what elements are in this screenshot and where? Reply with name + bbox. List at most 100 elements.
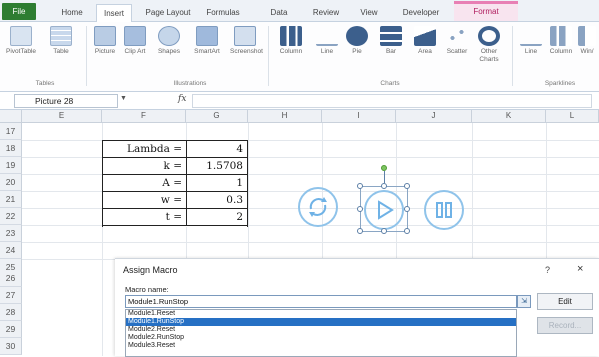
fx-icon[interactable]: fx [178,94,186,104]
pause-shape-button[interactable] [424,190,464,230]
sparkline-winloss-button[interactable]: Win/ [576,26,598,78]
column-chart-icon [280,26,302,46]
macro-list-item[interactable]: Module3.Reset [126,342,516,350]
column-header-e[interactable]: E [22,110,102,123]
resize-handle[interactable] [357,183,363,189]
macro-list-item[interactable]: Module2.RunStop [126,334,516,342]
edit-button[interactable]: Edit [537,293,593,310]
select-all-corner[interactable] [0,110,22,123]
ribbon: PivotTable Table Picture Clip Art Shapes… [0,22,599,92]
help-button[interactable]: ? [545,265,550,275]
bar-chart-button[interactable]: Bar [376,26,406,78]
group-label-sparklines: Sparklines [544,80,576,87]
column-chart-button[interactable]: Column [276,26,306,78]
pause-icon [436,202,452,218]
area-chart-button[interactable]: Area [410,26,440,78]
param-label-k[interactable]: k = [103,158,187,175]
row-header-24[interactable]: 24 [0,242,22,259]
resize-handle[interactable] [404,206,410,212]
column-header-g[interactable]: G [186,110,248,123]
other-charts-icon [478,26,500,46]
column-header-j[interactable]: J [396,110,472,123]
pie-chart-button[interactable]: Pie [342,26,372,78]
row-header-19[interactable]: 19 [0,157,22,174]
macro-list-item-selected[interactable]: Module1.RunStop [126,318,516,326]
sparkline-line-button[interactable]: Line [516,26,546,78]
resize-handle[interactable] [404,183,410,189]
tab-insert[interactable]: Insert [96,4,132,23]
sparkline-column-button[interactable]: Column [546,26,576,78]
row-header-30[interactable]: 30 [0,338,22,355]
table-icon [50,26,72,46]
name-box[interactable]: Picture 28 [14,94,118,108]
macro-list-item[interactable]: Module1.Reset [126,310,516,318]
row-header-23[interactable]: 23 [0,225,22,242]
resize-handle[interactable] [404,228,410,234]
row-header-17[interactable]: 17 [0,123,22,140]
screenshot-button[interactable]: Screenshot [230,26,263,78]
pivottable-button[interactable]: PivotTable [6,26,36,78]
tab-data[interactable]: Data [266,4,292,22]
resize-handle[interactable] [381,228,387,234]
row-header-21[interactable]: 21 [0,191,22,208]
tab-review[interactable]: Review [308,4,344,22]
tab-file[interactable]: File [2,3,36,20]
row-header-27[interactable]: 27 [0,287,22,304]
picture-button[interactable]: Picture [90,26,120,78]
group-label-illustrations: Illustrations [173,80,207,87]
row-header-28[interactable]: 28 [0,304,22,321]
tab-page-layout[interactable]: Page Layout [142,4,194,22]
formula-input[interactable] [192,94,592,108]
pie-chart-icon [346,26,368,46]
resize-handle[interactable] [357,206,363,212]
tab-home[interactable]: Home [56,4,88,22]
column-header-f[interactable]: F [102,110,186,123]
row-header-29[interactable]: 29 [0,321,22,338]
row-header-20[interactable]: 20 [0,174,22,191]
param-label-lambda[interactable]: Lambda = [103,141,187,158]
chevron-down-icon[interactable]: ▼ [120,95,127,102]
rotate-handle[interactable] [381,165,387,171]
reset-shape-button[interactable] [298,187,338,227]
smartart-button[interactable]: SmartArt [192,26,222,78]
param-value-lambda[interactable]: 4 [187,141,247,158]
bar-chart-icon [380,26,402,46]
macro-list-item[interactable]: Module2.Reset [126,326,516,334]
tab-view[interactable]: View [354,4,384,22]
clipart-button[interactable]: Clip Art [120,26,150,78]
column-header-h[interactable]: H [248,110,322,123]
param-value-a[interactable]: 1 [187,175,247,192]
row-header-26[interactable]: 26 [0,270,22,287]
row-header-22[interactable]: 22 [0,208,22,225]
ribbon-tab-bar: File Home Insert Page Layout Formulas Da… [0,0,599,23]
collapse-dialog-icon[interactable]: ⇲ [517,295,531,308]
tab-format[interactable]: Format [454,1,518,21]
close-button[interactable]: × [577,263,583,275]
column-header-l[interactable]: L [546,110,599,123]
formula-bar: Picture 28 ▼ fx [0,92,599,110]
macro-list[interactable]: Module1.Reset Module1.RunStop Module2.Re… [125,309,517,357]
row-header-18[interactable]: 18 [0,140,22,157]
param-label-a[interactable]: A = [103,175,187,192]
param-value-w[interactable]: 0.3 [187,192,247,209]
tab-developer[interactable]: Developer [396,4,446,22]
column-header-i[interactable]: I [322,110,396,123]
record-button[interactable]: Record... [537,317,593,334]
shapes-button[interactable]: Shapes [154,26,184,78]
resize-handle[interactable] [381,183,387,189]
param-value-k[interactable]: 1.5708 [187,158,247,175]
line-chart-button[interactable]: Line [312,26,342,78]
resize-handle[interactable] [357,228,363,234]
other-charts-button[interactable]: Other Charts [474,26,504,78]
tab-formulas[interactable]: Formulas [200,4,246,22]
screenshot-icon [234,26,256,46]
param-label-w[interactable]: w = [103,192,187,209]
scatter-chart-button[interactable]: Scatter [442,26,472,78]
table-button[interactable]: Table [46,26,76,78]
column-header-k[interactable]: K [472,110,546,123]
shape-selection-frame[interactable] [357,165,410,234]
area-chart-icon [414,26,436,46]
param-label-t[interactable]: t = [103,209,187,226]
macro-name-input[interactable]: Module1.RunStop [125,295,517,308]
param-value-t[interactable]: 2 [187,209,247,226]
